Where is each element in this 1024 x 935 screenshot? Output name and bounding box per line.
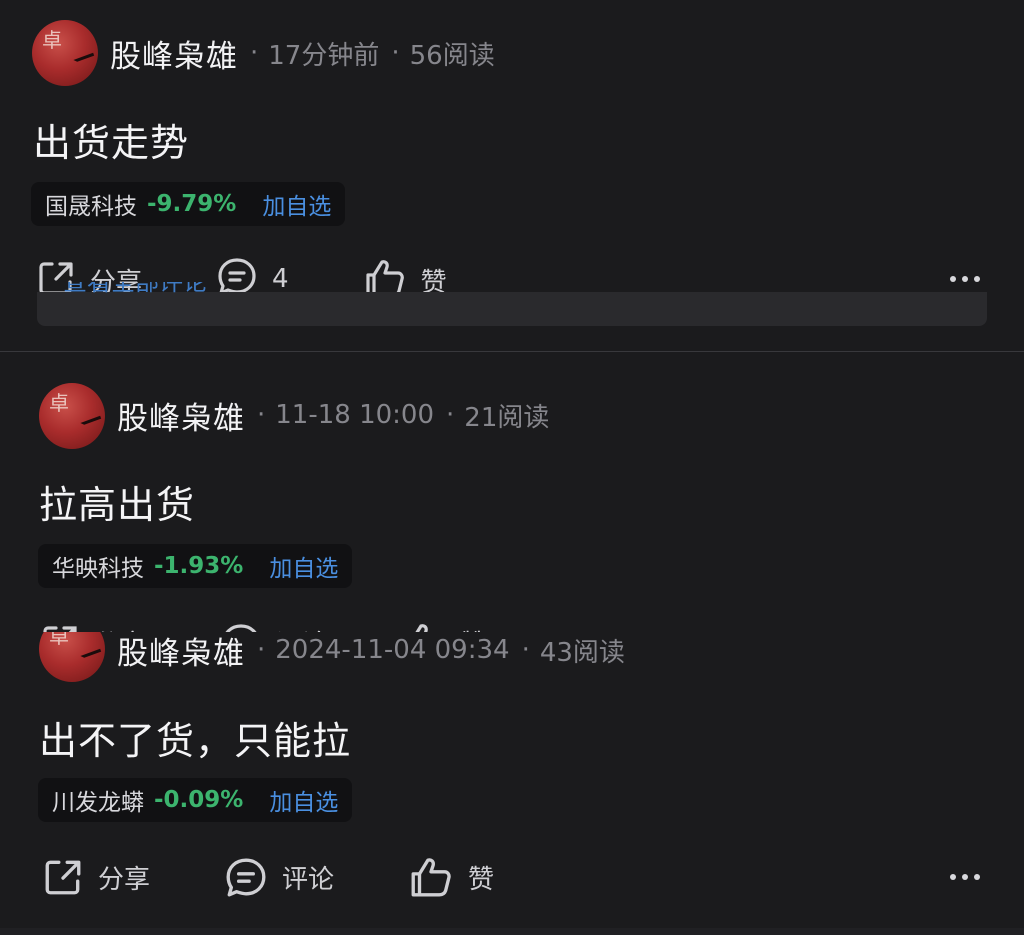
stock-chip[interactable]: 华映科技 -1.93% 加自选 (38, 544, 353, 588)
bottom-divider (0, 928, 1024, 935)
author-avatar[interactable]: 卓 (39, 383, 105, 449)
post-actions: 分享 评论 赞 (42, 852, 554, 902)
author-avatar[interactable]: 卓 (32, 20, 98, 86)
more-button[interactable] (950, 276, 980, 282)
post-2: 卓 股峰枭雄 · 11-18 10:00 · 21阅读 拉高出货 华映科技 -1… (0, 352, 1024, 632)
comment-count: 4 (272, 264, 289, 292)
post-reads: 56阅读 (409, 40, 495, 71)
meta-separator: · (521, 635, 530, 665)
post-time: 2024-11-04 09:34 (275, 635, 510, 665)
avatar-bird-icon (80, 648, 105, 669)
avatar-glyph-icon: 卓 (42, 28, 62, 52)
stock-chip[interactable]: 国晟科技 -9.79% 加自选 (31, 182, 346, 226)
like-button[interactable]: 赞 (363, 256, 447, 292)
author-name[interactable]: 股峰枭雄 (117, 393, 245, 438)
post-title[interactable]: 拉高出货 (39, 474, 195, 529)
like-button[interactable]: 赞 (408, 856, 494, 898)
more-button[interactable] (950, 874, 980, 880)
add-watchlist-button[interactable]: 加自选 (269, 549, 338, 583)
meta-separator: · (257, 635, 266, 665)
avatar-bird-icon (73, 52, 98, 73)
share-icon (43, 626, 77, 632)
post-3: 卓 股峰枭雄 · 2024-11-04 09:34 · 43阅读 出不了货，只能… (0, 632, 1024, 928)
more-icon (950, 276, 956, 282)
post-title[interactable]: 出货走势 (33, 112, 189, 167)
author-name[interactable]: 股峰枭雄 (110, 31, 238, 76)
comment-label: 评论 (282, 864, 335, 895)
like-icon (411, 858, 451, 897)
post-meta: 股峰枭雄 · 11-18 10:00 · 21阅读 (117, 393, 550, 438)
add-watchlist-button[interactable]: 加自选 (269, 783, 338, 817)
like-icon (365, 259, 404, 292)
share-icon (45, 860, 81, 895)
comments-preview-box[interactable]: 查看全部评论 (37, 282, 987, 326)
post-meta: 股峰枭雄 · 2024-11-04 09:34 · 43阅读 (117, 628, 625, 673)
avatar-bird-icon (80, 415, 105, 436)
meta-separator: · (257, 400, 266, 430)
share-button[interactable]: 分享 (42, 856, 150, 898)
meta-separator: · (391, 38, 400, 68)
post-reads: 43阅读 (539, 637, 625, 668)
like-label: 赞 (420, 268, 447, 292)
add-watchlist-button[interactable]: 加自选 (262, 187, 331, 221)
comment-button[interactable]: 评论 (224, 856, 334, 898)
post-1: 卓 股峰枭雄 · 17分钟前 · 56阅读 出货走势 国晟科技 -9.79% 加… (0, 0, 1024, 350)
share-label: 分享 (98, 864, 151, 895)
post-time: 17分钟前 (268, 40, 380, 71)
stock-change: -0.09% (154, 787, 244, 813)
comment-icon (226, 858, 266, 897)
stock-name: 华映科技 (52, 556, 144, 582)
stock-name: 川发龙蟒 (52, 790, 144, 816)
stock-change: -1.93% (154, 553, 244, 579)
avatar-glyph-icon: 卓 (49, 391, 69, 415)
like-label: 赞 (468, 864, 495, 895)
stock-chip[interactable]: 川发龙蟒 -0.09% 加自选 (38, 778, 353, 822)
meta-separator: · (446, 400, 455, 430)
author-name[interactable]: 股峰枭雄 (117, 628, 245, 673)
post-reads: 21阅读 (464, 402, 550, 433)
stock-change: -9.79% (147, 191, 237, 217)
post-time: 11-18 10:00 (275, 400, 435, 430)
view-all-comments-link[interactable]: 查看全部评论 (63, 282, 273, 294)
stock-name: 国晟科技 (45, 194, 137, 220)
post-title[interactable]: 出不了货，只能拉 (39, 710, 351, 765)
post-meta: 股峰枭雄 · 17分钟前 · 56阅读 (110, 31, 495, 76)
more-icon (950, 874, 956, 880)
meta-separator: · (250, 38, 259, 68)
